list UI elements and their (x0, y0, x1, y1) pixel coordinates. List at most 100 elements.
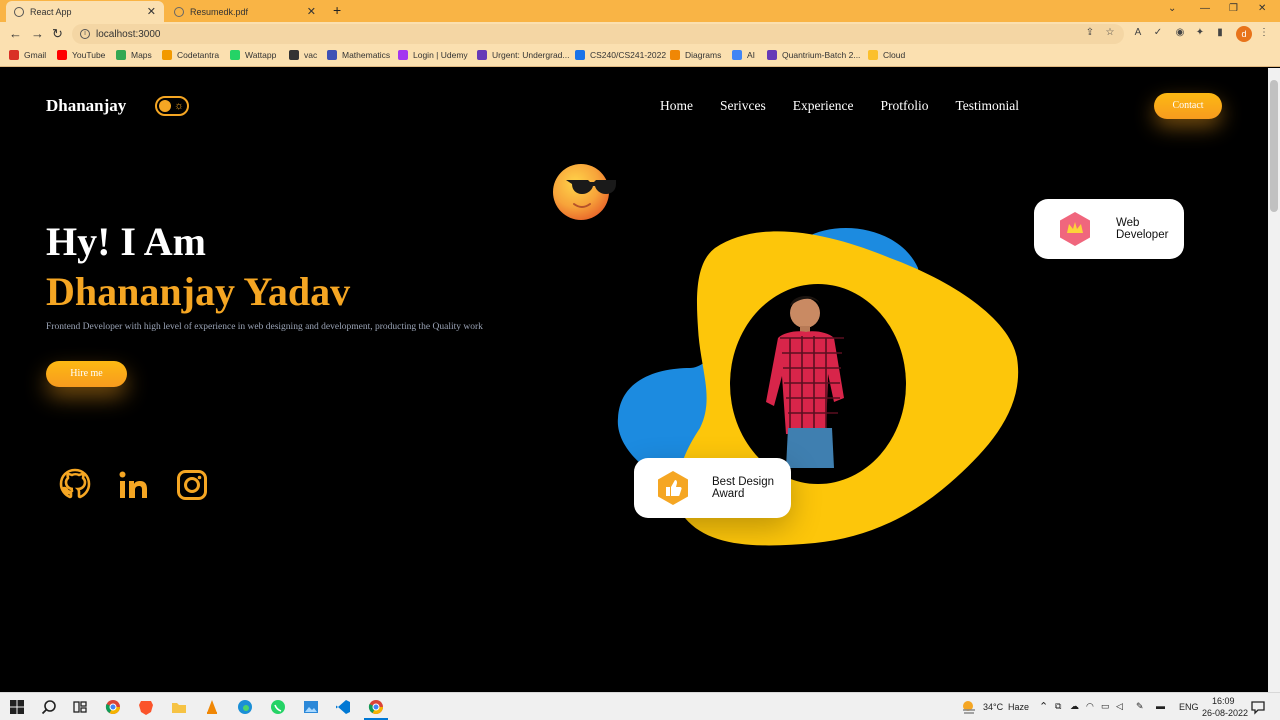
scrollbar-thumb[interactable] (1270, 80, 1278, 212)
tab-search-icon[interactable]: ⌄ (1168, 3, 1176, 14)
back-icon[interactable]: ← (9, 26, 22, 41)
bookmark-label: Login | Udemy (413, 50, 468, 60)
search-icon[interactable] (41, 699, 57, 715)
bookmark-item[interactable]: Quantrium-Batch 2... (767, 50, 860, 60)
profile-avatar[interactable]: d (1236, 26, 1252, 42)
chrome-active-icon[interactable] (368, 699, 384, 715)
bookmark-item[interactable]: YouTube (57, 50, 105, 60)
best-design-award-card: Best Design Award (634, 458, 791, 518)
share-icon[interactable]: ⇪ (1084, 27, 1096, 39)
bookmark-favicon-icon (732, 50, 742, 60)
page-scrollbar[interactable] (1268, 68, 1280, 692)
url-text: localhost:3000 (96, 28, 161, 40)
weather-temp[interactable]: 34°C (983, 702, 1003, 712)
notifications-icon[interactable] (1250, 699, 1266, 715)
extension-a-icon[interactable]: A (1132, 27, 1144, 39)
network-icon[interactable]: ▭ (1101, 701, 1110, 712)
bookmarks-bar: Gmail YouTube Maps Codetantra Wattapp vac Math… (0, 46, 1280, 67)
bookmark-favicon-icon (477, 50, 487, 60)
new-tab-button[interactable]: + (333, 2, 341, 18)
clock-date[interactable]: 26-08-2022 (1202, 708, 1248, 718)
side-panel-icon[interactable]: ▮ (1214, 27, 1226, 39)
extension-check-icon[interactable]: ✓ (1152, 27, 1164, 39)
globe-icon (174, 6, 184, 17)
bookmark-item[interactable]: Codetantra (162, 50, 219, 60)
battery-icon[interactable]: ▬ (1156, 701, 1165, 711)
bookmark-item[interactable]: Wattapp (230, 50, 276, 60)
bookmark-item[interactable]: CS240/CS241-2022 (575, 50, 666, 60)
reload-icon[interactable]: ↻ (52, 26, 63, 42)
bookmark-favicon-icon (767, 50, 777, 60)
bookmark-favicon-icon (289, 50, 299, 60)
linkedin-icon[interactable] (117, 468, 149, 502)
hire-me-button[interactable]: Hire me (46, 361, 127, 387)
bookmark-item[interactable]: Maps (116, 50, 152, 60)
nav-home[interactable]: Home (660, 98, 693, 114)
hero-description: Frontend Developer with high level of ex… (46, 322, 483, 332)
bookmark-label: Codetantra (177, 50, 220, 60)
whatsapp-icon[interactable] (270, 699, 286, 715)
instagram-icon[interactable] (176, 468, 208, 502)
bookmark-favicon-icon (9, 50, 19, 60)
theme-toggle[interactable]: ☼ (155, 96, 189, 116)
close-tab-icon[interactable]: ✕ (147, 5, 156, 18)
tab-title: React App (30, 6, 72, 17)
close-tab-icon[interactable]: ✕ (307, 5, 316, 18)
nav-testimonial[interactable]: Testimonial (955, 98, 1019, 114)
photos-icon[interactable] (303, 699, 319, 715)
bookmark-item[interactable]: Diagrams (670, 50, 721, 60)
clock-time[interactable]: 16:09 (1212, 696, 1235, 706)
edge-icon[interactable] (237, 699, 253, 715)
hero-illustration (617, 228, 1019, 546)
bookmark-item[interactable]: Cloud (868, 50, 905, 60)
bookmark-favicon-icon (670, 50, 680, 60)
vlc-icon[interactable] (204, 699, 220, 715)
bookmark-item[interactable]: Urgent: Undergrad... (477, 50, 569, 60)
chrome-icon[interactable] (105, 699, 121, 715)
bookmark-favicon-icon (868, 50, 878, 60)
wifi-icon[interactable]: ◠ (1086, 701, 1094, 712)
nav-portfolio[interactable]: Protfolio (880, 98, 928, 114)
window-close-icon[interactable]: ✕ (1258, 3, 1266, 14)
forward-icon[interactable]: → (31, 26, 44, 41)
nav-experience[interactable]: Experience (793, 98, 854, 114)
bookmark-item[interactable]: Login | Udemy (398, 50, 468, 60)
pen-icon[interactable]: ✎ (1136, 701, 1144, 712)
tab-react-app[interactable]: React App ✕ (6, 1, 164, 22)
bookmark-item[interactable]: AI (732, 50, 755, 60)
url-field[interactable]: i localhost:3000 (72, 24, 1124, 44)
bookmark-item[interactable]: Mathematics (327, 50, 390, 60)
volume-icon[interactable]: ◁ (1116, 701, 1123, 712)
extension-circle-icon[interactable]: ◉ (1174, 27, 1186, 39)
weather-desc[interactable]: Haze (1008, 702, 1029, 712)
thumbs-up-badge-icon (658, 471, 688, 505)
windows-taskbar: 34°C Haze ⌃ ⧉ ☁ ◠ ▭ ◁ ✎ ▬ ENG 16:09 26-0… (0, 692, 1280, 720)
card-label: Best Design Award (712, 476, 775, 500)
contact-button[interactable]: Contact (1154, 93, 1222, 119)
show-hidden-icons-icon[interactable]: ⌃ (1039, 700, 1048, 713)
vscode-icon[interactable] (335, 699, 351, 715)
bookmark-item[interactable]: vac (289, 50, 317, 60)
site-brand[interactable]: Dhananjay (46, 96, 126, 116)
bookmark-label: Wattapp (245, 50, 277, 60)
info-icon[interactable]: i (80, 29, 90, 39)
windows-start-icon[interactable] (9, 699, 25, 715)
bookmark-item[interactable]: Gmail (9, 50, 46, 60)
tray-app-icon[interactable]: ⧉ (1055, 701, 1061, 712)
file-explorer-icon[interactable] (171, 699, 187, 715)
task-view-icon[interactable] (72, 699, 88, 715)
bookmark-label: YouTube (72, 50, 106, 60)
restore-icon[interactable]: ❐ (1229, 3, 1238, 14)
menu-kebab-icon[interactable]: ⋮ (1258, 27, 1270, 39)
bookmark-star-icon[interactable]: ☆ (1104, 27, 1116, 39)
github-icon[interactable] (59, 468, 91, 502)
weather-haze-icon[interactable] (961, 699, 977, 715)
brave-icon[interactable] (138, 699, 154, 715)
language-indicator[interactable]: ENG (1179, 702, 1199, 712)
crown-badge-icon (1060, 212, 1090, 246)
onedrive-icon[interactable]: ☁ (1070, 701, 1079, 712)
tab-resume-pdf[interactable]: Resumedk.pdf ✕ (166, 1, 324, 22)
nav-services[interactable]: Serivces (720, 98, 766, 114)
minimize-icon[interactable]: — (1200, 3, 1210, 14)
extensions-puzzle-icon[interactable]: ✦ (1194, 27, 1206, 39)
